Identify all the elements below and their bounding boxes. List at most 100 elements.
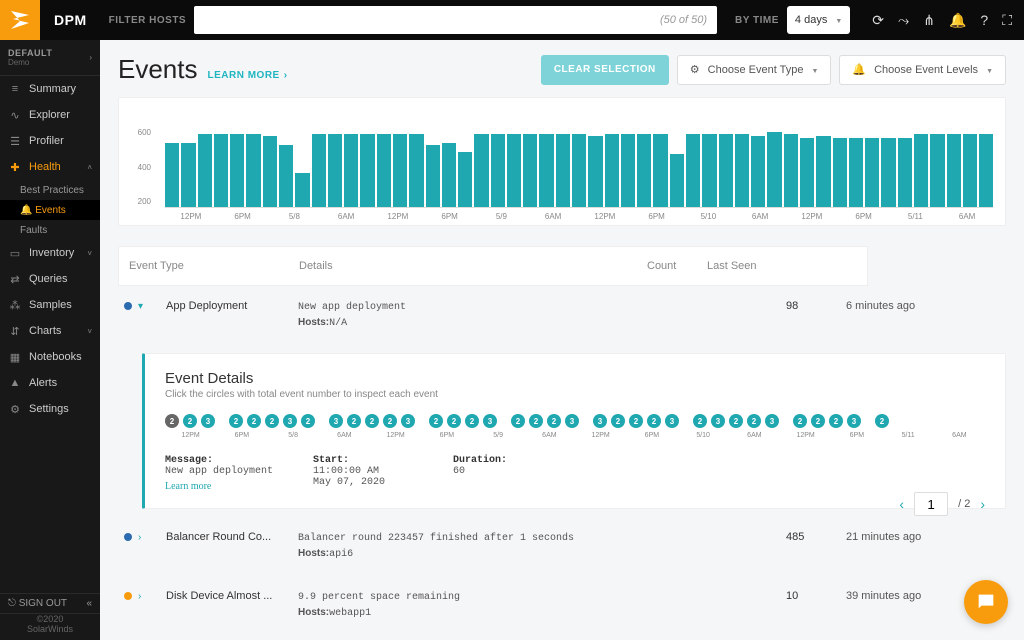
time-range-select[interactable]: 4 days (787, 6, 850, 34)
timeline-point[interactable]: 2 (793, 414, 807, 428)
timeline-point[interactable]: 2 (247, 414, 261, 428)
expand-toggle[interactable]: › (138, 531, 156, 543)
timeline-point[interactable]: 3 (401, 414, 415, 428)
timeline-point[interactable]: 2 (747, 414, 761, 428)
bar[interactable] (800, 138, 814, 207)
bar[interactable] (426, 145, 440, 207)
nav-explorer[interactable]: ∿Explorer (0, 102, 100, 128)
bar[interactable] (507, 134, 521, 207)
help-icon[interactable]: ? (980, 12, 988, 28)
bar[interactable] (312, 134, 326, 207)
bar[interactable] (572, 134, 586, 207)
bar[interactable] (702, 134, 716, 207)
timeline-point[interactable]: 2 (301, 414, 315, 428)
bar[interactable] (246, 134, 260, 207)
refresh-icon[interactable]: ⟳ (872, 12, 884, 29)
next-page[interactable]: › (980, 496, 985, 512)
timeline-point[interactable]: 2 (383, 414, 397, 428)
timeline-point[interactable]: 2 (611, 414, 625, 428)
bar[interactable] (523, 134, 537, 207)
bar[interactable] (784, 134, 798, 207)
nav-sub-faults[interactable]: Faults (0, 220, 100, 240)
bar[interactable] (816, 136, 830, 207)
bar[interactable] (539, 134, 553, 207)
timeline-point[interactable]: 2 (547, 414, 561, 428)
bar[interactable] (914, 134, 928, 207)
choose-event-type-select[interactable]: ⚙Choose Event Type (677, 55, 832, 85)
bar[interactable] (393, 134, 407, 207)
fullscreen-icon[interactable]: ⛶ (1002, 12, 1012, 29)
timeline-point[interactable]: 3 (847, 414, 861, 428)
workspace-switcher[interactable]: DEFAULTDemo › (0, 40, 100, 76)
bar[interactable] (491, 134, 505, 207)
bar[interactable] (263, 136, 277, 207)
bar[interactable] (751, 136, 765, 207)
bar[interactable] (849, 138, 863, 207)
bar[interactable] (328, 134, 342, 207)
bar[interactable] (344, 134, 358, 207)
bar[interactable] (377, 134, 391, 207)
expand-toggle[interactable]: ▾ (138, 300, 156, 312)
bar[interactable] (767, 132, 781, 207)
bar[interactable] (735, 134, 749, 207)
bar[interactable] (279, 145, 293, 207)
timeline-point[interactable]: 3 (593, 414, 607, 428)
timeline-point[interactable]: 2 (365, 414, 379, 428)
bar[interactable] (930, 134, 944, 207)
bar[interactable] (881, 138, 895, 207)
bar[interactable] (947, 134, 961, 207)
timeline-point[interactable]: 2 (229, 414, 243, 428)
trend-icon[interactable]: ⤳ (898, 12, 909, 29)
timeline-point[interactable]: 3 (483, 414, 497, 428)
brand-logo[interactable] (0, 0, 40, 40)
timeline-point[interactable]: 2 (429, 414, 443, 428)
bar[interactable] (637, 134, 651, 207)
choose-event-levels-select[interactable]: 🔔Choose Event Levels (839, 55, 1006, 85)
bar[interactable] (686, 134, 700, 207)
bar[interactable] (442, 143, 456, 207)
bar[interactable] (198, 134, 212, 207)
nav-inventory[interactable]: ▭Inventory˅ (0, 240, 100, 266)
prev-page[interactable]: ‹ (899, 496, 904, 512)
timeline-point[interactable]: 3 (765, 414, 779, 428)
nav-sub-events[interactable]: 🔔 Events (0, 200, 100, 220)
timeline-point[interactable]: 2 (265, 414, 279, 428)
timeline-point[interactable]: 3 (665, 414, 679, 428)
timeline-point[interactable]: 3 (711, 414, 725, 428)
timeline-point[interactable]: 2 (693, 414, 707, 428)
timeline-point[interactable]: 2 (811, 414, 825, 428)
expand-toggle[interactable]: › (138, 590, 156, 602)
bar[interactable] (621, 134, 635, 207)
timeline-point[interactable]: 2 (347, 414, 361, 428)
learn-more-link[interactable]: LEARN MORE › (208, 70, 288, 81)
nav-samples[interactable]: ⁂Samples (0, 292, 100, 318)
signout-button[interactable]: ⎋ SIGN OUT« (0, 593, 100, 614)
nav-profiler[interactable]: ☰Profiler (0, 128, 100, 154)
bar[interactable] (963, 134, 977, 207)
timeline-point[interactable]: 2 (529, 414, 543, 428)
timeline-point[interactable]: 3 (283, 414, 297, 428)
nav-queries[interactable]: ⇄Queries (0, 266, 100, 292)
timeline-point[interactable]: 2 (183, 414, 197, 428)
bar[interactable] (605, 134, 619, 207)
bar[interactable] (360, 134, 374, 207)
timeline-point[interactable]: 2 (465, 414, 479, 428)
bell-icon[interactable]: 🔔 (949, 12, 966, 29)
timeline-point[interactable]: 2 (875, 414, 889, 428)
bar[interactable] (556, 134, 570, 207)
nav-summary[interactable]: ≡Summary (0, 76, 100, 102)
timeline-point[interactable]: 2 (511, 414, 525, 428)
nav-notebooks[interactable]: ▦Notebooks (0, 344, 100, 370)
bar[interactable] (865, 138, 879, 207)
bar[interactable] (588, 136, 602, 207)
timeline-point[interactable]: 3 (329, 414, 343, 428)
timeline-point[interactable]: 2 (629, 414, 643, 428)
bar[interactable] (230, 134, 244, 207)
page-input[interactable] (914, 492, 948, 516)
bar[interactable] (458, 152, 472, 207)
bar[interactable] (979, 134, 993, 207)
timeline-point[interactable]: 2 (447, 414, 461, 428)
bar[interactable] (719, 134, 733, 207)
bar[interactable] (833, 138, 847, 207)
timeline-point[interactable]: 2 (829, 414, 843, 428)
